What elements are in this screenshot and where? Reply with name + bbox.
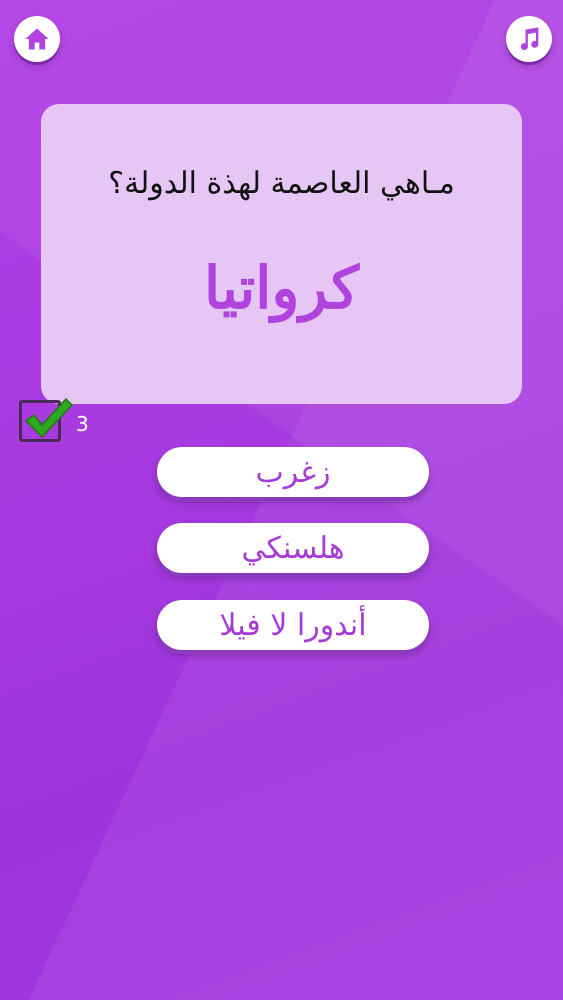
- music-icon: [520, 27, 539, 51]
- answer-button-3[interactable]: أندورا لا فيلا: [157, 600, 429, 650]
- correct-count: 3: [76, 412, 89, 436]
- question-prompt: مـاهي العاصمة لهذة الدولة؟: [108, 166, 455, 201]
- country-name: كرواتيا: [203, 254, 360, 322]
- home-button[interactable]: [14, 16, 60, 62]
- answer-button-1[interactable]: زغرب: [157, 447, 429, 497]
- home-icon: [25, 28, 49, 50]
- answer-button-2[interactable]: هلسنكي: [157, 523, 429, 573]
- question-card: مـاهي العاصمة لهذة الدولة؟ كرواتيا: [41, 104, 522, 404]
- checkmark-icon: [25, 398, 73, 438]
- music-button[interactable]: [506, 16, 552, 62]
